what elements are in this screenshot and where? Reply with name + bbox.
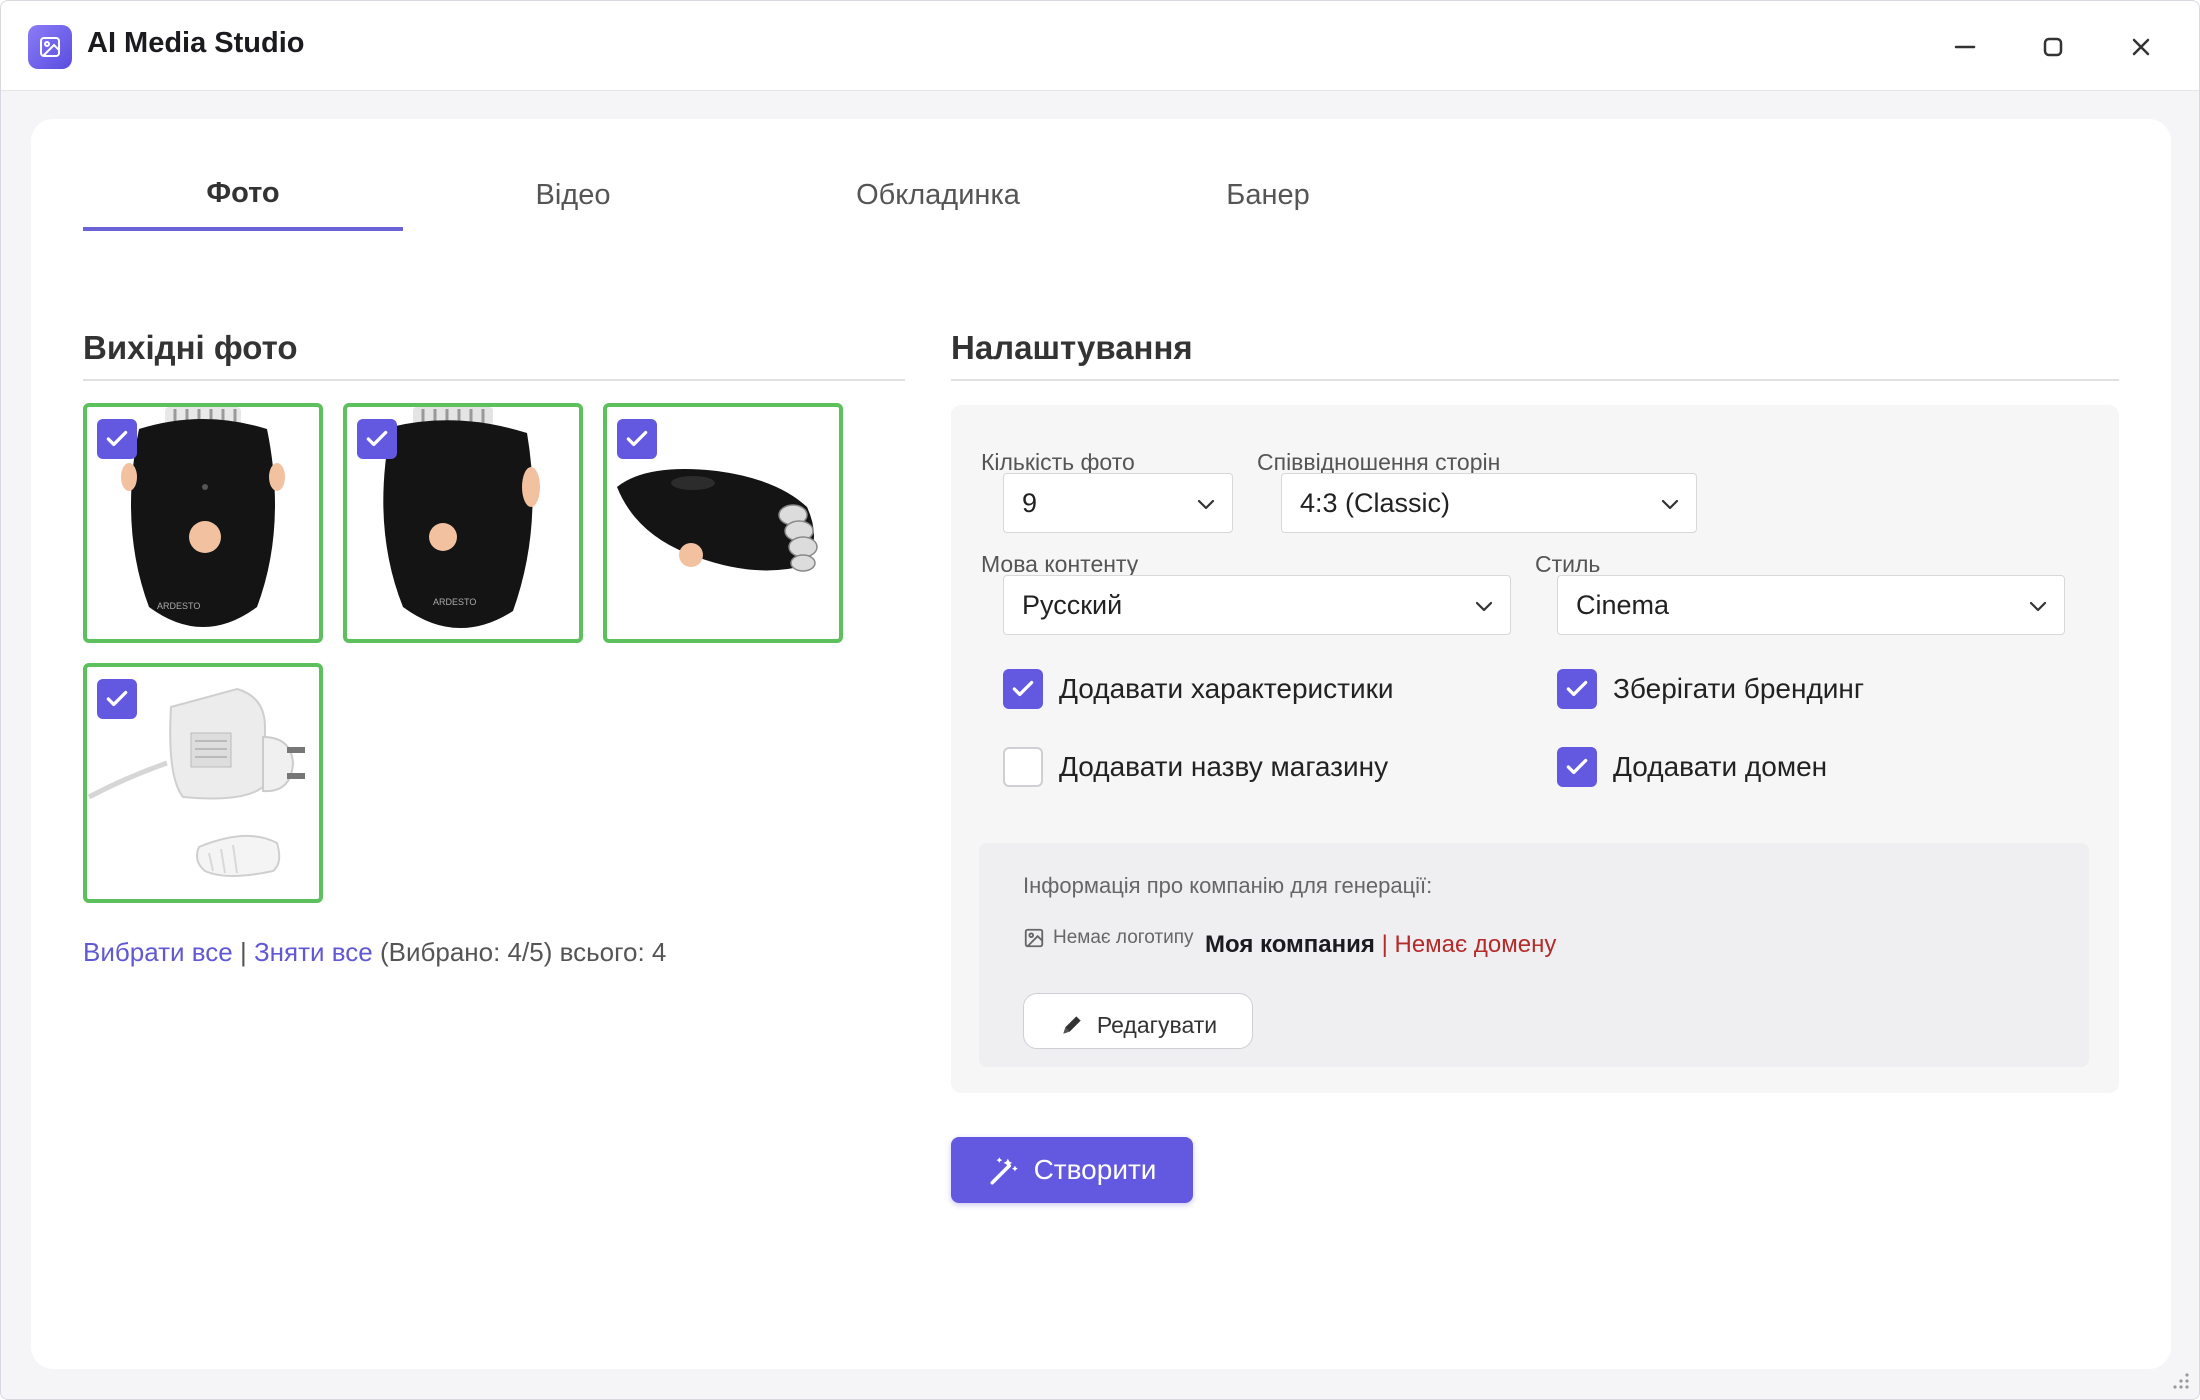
settings-panel: Кількість фото 9 Співвідношення сторін 4… [951,405,2119,1093]
settings-divider [951,379,2119,381]
source-photos-title: Вихідні фото [83,329,298,366]
selection-separator: | [232,937,254,967]
company-separator: | [1374,931,1395,958]
app-title: AI Media Studio [87,27,305,59]
close-icon [2132,38,2150,56]
style-select[interactable]: Cinema [1557,575,2065,635]
main-card: Фото Відео Обкладинка Банер Вихідні фото [31,119,2171,1369]
title-bar: AI Media Studio [1,1,2199,91]
tab-video[interactable]: Відео [483,159,663,231]
style-label: Стиль [1535,551,1601,577]
tab-photo[interactable]: Фото [83,159,403,231]
keep-branding-check[interactable] [1557,669,1597,709]
add-domain-check[interactable] [1557,747,1597,787]
company-logo-placeholder: Немає логотипу [1023,927,1194,949]
check-icon [1566,680,1588,697]
image-placeholder-icon [1024,928,1044,948]
check-icon [366,430,388,447]
maximize-icon [2043,37,2063,57]
selection-count: (Вибрано: 4/5) всього: 4 [372,937,667,967]
deselect-all-link[interactable]: Зняти все [254,937,373,967]
app-window: AI Media Studio Фото Відео Обкладинка Ба… [0,0,2200,1400]
company-info-heading: Інформація про компанію для генерації: [1023,873,1433,898]
maximize-button[interactable] [2029,23,2077,71]
photo-count-label: Кількість фото [981,449,1135,475]
aspect-ratio-select[interactable]: 4:3 (Classic) [1281,473,1697,533]
keep-branding-checkbox[interactable]: Зберігати брендинг [1557,669,1864,709]
check-icon [626,430,648,447]
company-name-line: Моя компания | Немає домену [1205,931,1556,959]
photo-4-checkbox[interactable] [97,679,137,719]
aspect-ratio-label: Співвідношення сторін [1257,449,1501,475]
add-specs-checkbox[interactable]: Додавати характеристики [1003,669,1394,709]
source-photos-divider [83,379,905,381]
svg-text:ARDESTO: ARDESTO [433,597,476,607]
select-all-link[interactable]: Вибрати все [83,937,233,967]
photo-thumb-1[interactable]: ARDESTO [83,403,323,643]
check-icon [1012,680,1034,697]
company-name: Моя компания [1205,931,1375,958]
svg-text:ARDESTO: ARDESTO [157,601,200,611]
photo-thumb-4[interactable] [83,663,323,903]
minimize-icon [1954,45,1976,49]
photo-thumb-3[interactable] [603,403,843,643]
photo-2-checkbox[interactable] [357,419,397,459]
company-info-box: Інформація про компанію для генерації: Н… [979,843,2089,1067]
chevron-down-icon [1197,499,1215,510]
app-image-icon [28,25,72,69]
pencil-icon [1063,1016,1081,1034]
add-domain-checkbox[interactable]: Додавати домен [1557,747,1827,787]
tab-banner[interactable]: Банер [1193,159,1343,231]
close-button[interactable] [2117,23,2165,71]
photo-thumb-2[interactable]: ARDESTO [343,403,583,643]
photo-1-checkbox[interactable] [97,419,137,459]
magic-wand-icon [990,1157,1018,1185]
add-specs-check[interactable] [1003,669,1043,709]
resize-grip-icon[interactable] [2169,1369,2191,1391]
add-store-name-checkbox[interactable]: Додавати назву магазину [1003,747,1388,787]
check-icon [1566,758,1588,775]
company-domain-status: Немає домену [1394,931,1557,958]
check-icon [106,690,128,707]
selection-summary: Вибрати все | Зняти все (Вибрано: 4/5) в… [83,937,666,968]
content-language-select[interactable]: Русский [1003,575,1511,635]
chevron-down-icon [1661,499,1679,510]
tab-bar: Фото Відео Обкладинка Банер [83,159,1383,231]
chevron-down-icon [1475,601,1493,612]
settings-title: Налаштування [951,329,1193,366]
chevron-down-icon [2029,601,2047,612]
edit-company-button[interactable]: Редагувати [1023,993,1253,1049]
tab-cover[interactable]: Обкладинка [823,159,1053,231]
create-button[interactable]: Створити [951,1137,1193,1203]
photo-count-select[interactable]: 9 [1003,473,1233,533]
add-store-name-check[interactable] [1003,747,1043,787]
photo-3-checkbox[interactable] [617,419,657,459]
check-icon [106,430,128,447]
content-language-label: Мова контенту [981,551,1139,577]
minimize-button[interactable] [1941,23,1989,71]
